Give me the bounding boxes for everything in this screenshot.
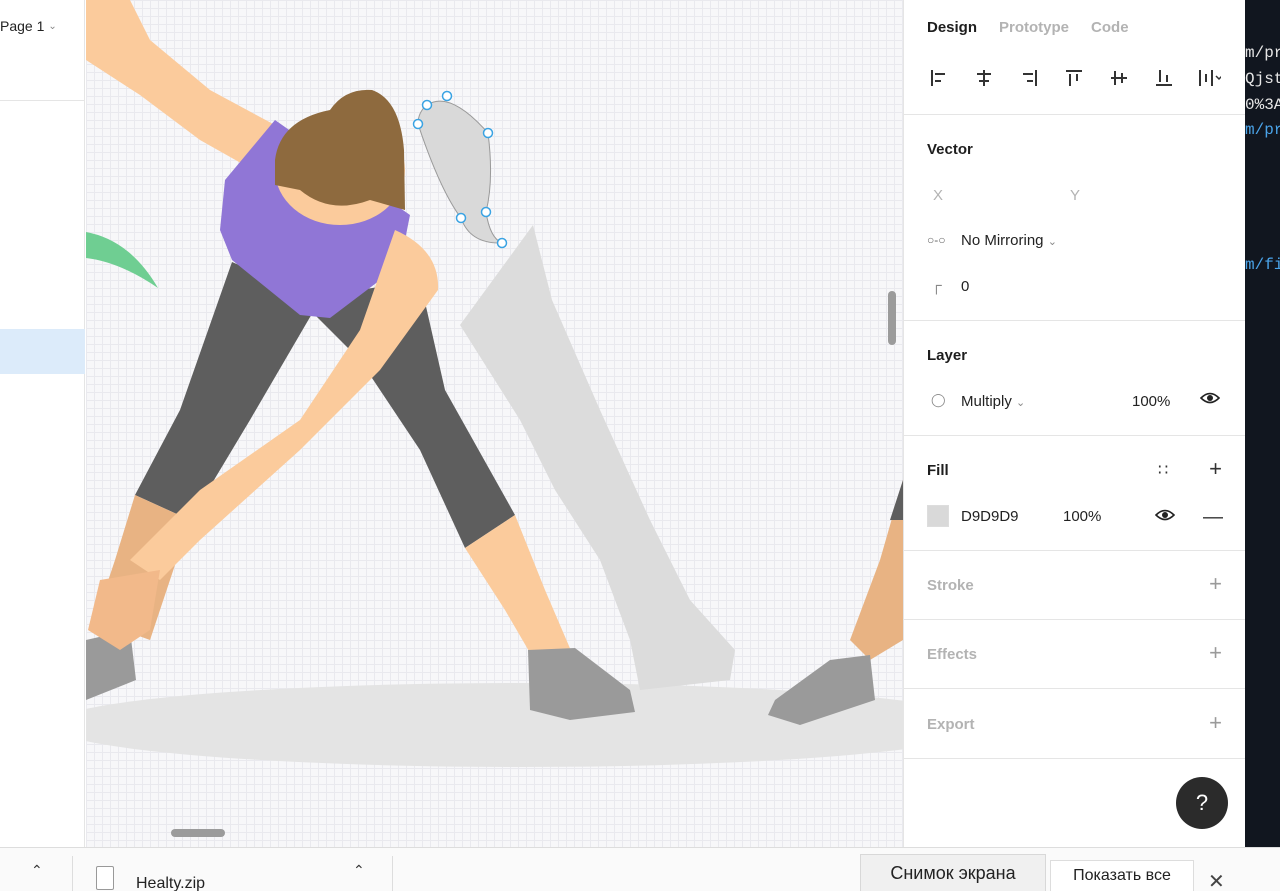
vector-handle — [421, 99, 433, 111]
chevron-down-icon: ⌄ — [1016, 397, 1026, 409]
design-canvas[interactable] — [86, 0, 903, 847]
remove-fill-icon[interactable]: — — [1203, 506, 1223, 529]
shoe-right — [528, 648, 635, 720]
zip-file-icon — [96, 866, 114, 890]
mirroring-icon: ○-○ — [927, 233, 946, 247]
eye-icon[interactable] — [1199, 391, 1221, 409]
align-top-icon[interactable] — [1062, 66, 1086, 90]
show-all-button[interactable]: Показать все — [1050, 860, 1194, 891]
effects-title: Effects — [927, 646, 978, 663]
divider — [904, 758, 1246, 759]
y-field[interactable]: Y — [1070, 187, 1080, 204]
add-fill-icon[interactable]: + — [1209, 458, 1222, 480]
code-line: 0%3A — [1245, 96, 1280, 114]
stroke-section: Stroke + — [904, 550, 1246, 619]
page-selector[interactable]: Page 1 ⌄ — [0, 18, 57, 34]
tab-code[interactable]: Code — [1091, 19, 1129, 36]
code-line: m/pr — [1245, 44, 1280, 62]
vector-handle — [482, 127, 494, 139]
align-horizontal-center-icon[interactable] — [972, 66, 996, 90]
panel-tabs: Design Prototype Code — [927, 19, 1129, 36]
align-right-icon[interactable] — [1017, 66, 1041, 90]
export-section: Export + — [904, 688, 1246, 758]
illustration — [86, 0, 903, 767]
corner-radius-icon: ┌ — [931, 277, 942, 294]
right-calf — [465, 515, 575, 670]
export-title: Export — [927, 716, 975, 733]
align-bottom-icon[interactable] — [1152, 66, 1176, 90]
vector-handle — [455, 212, 467, 224]
screenshot-button[interactable]: Снимок экрана — [860, 854, 1046, 891]
layer-title: Layer — [927, 347, 968, 364]
layer-opacity-input[interactable]: 100% — [1132, 393, 1170, 410]
divider — [72, 856, 73, 891]
ground-shadow — [86, 683, 903, 767]
blend-mode-value: Multiply — [961, 393, 1012, 410]
ghost-figure — [460, 225, 735, 690]
divider — [0, 100, 85, 101]
fill-hex-input[interactable]: D9D9D9 — [961, 508, 1019, 525]
show-all-label: Показать все — [1073, 867, 1171, 884]
tab-design[interactable]: Design — [927, 19, 977, 36]
layer-item-selected[interactable] — [0, 329, 85, 374]
effects-section: Effects + — [904, 619, 1246, 688]
alignment-toolbar — [927, 66, 1221, 90]
vector-handle — [480, 206, 492, 218]
align-vertical-center-icon[interactable] — [1107, 66, 1131, 90]
fill-title: Fill — [927, 462, 949, 479]
fill-section: Fill ∷ + D9D9D9 100% — — [904, 435, 1246, 550]
chevron-up-icon[interactable]: ⌃ — [31, 862, 43, 879]
align-left-icon[interactable] — [927, 66, 951, 90]
background-editor-window: m/pr Qjsty 0%3A m/pr m/fil — [1245, 0, 1280, 847]
add-stroke-icon[interactable]: + — [1209, 573, 1222, 595]
vector-title: Vector — [927, 141, 973, 158]
chevron-down-icon: ⌄ — [48, 20, 57, 32]
code-line: m/pr — [1245, 121, 1280, 139]
fill-color-swatch[interactable] — [927, 505, 949, 527]
vertical-scrollbar[interactable] — [888, 291, 896, 345]
add-effect-icon[interactable]: + — [1209, 642, 1222, 664]
chevron-down-icon: ⌄ — [1047, 236, 1057, 248]
corner-radius-input[interactable]: 0 — [961, 278, 969, 295]
layer-section: Layer ◯ Multiply ⌄ 100% — [904, 320, 1246, 435]
mirroring-dropdown[interactable]: No Mirroring ⌄ — [961, 232, 1057, 249]
layers-panel: Page 1 ⌄ — [0, 0, 85, 847]
style-grid-icon[interactable]: ∷ — [1158, 460, 1168, 480]
close-icon[interactable]: ✕ — [1208, 869, 1225, 891]
tab-prototype[interactable]: Prototype — [999, 19, 1069, 36]
download-file-name[interactable]: Healty.zip — [136, 875, 205, 891]
horizontal-scrollbar[interactable] — [171, 829, 225, 837]
mirroring-value: No Mirroring — [961, 232, 1044, 249]
fill-opacity-input[interactable]: 100% — [1063, 508, 1101, 525]
second-figure-pants — [890, 480, 903, 520]
vector-handle — [412, 118, 424, 130]
page-selector-label: Page 1 — [0, 18, 45, 34]
vector-section: Vector X Y ○-○ No Mirroring ⌄ ┌ 0 — [904, 114, 1246, 320]
properties-panel: Design Prototype Code Vector X Y ○-○ No … — [903, 0, 1246, 847]
chevron-up-icon[interactable]: ⌃ — [353, 862, 365, 879]
vector-handle — [496, 237, 508, 249]
blend-mode-icon: ◯ — [931, 392, 946, 407]
code-line: Qjsty — [1245, 70, 1280, 88]
screenshot-label: Снимок экрана — [890, 862, 1016, 883]
distribute-icon[interactable] — [1197, 66, 1221, 90]
divider — [392, 856, 393, 891]
green-leaf — [86, 232, 158, 288]
x-field[interactable]: X — [933, 187, 943, 204]
raised-arm — [86, 0, 275, 175]
stroke-title: Stroke — [927, 577, 974, 594]
code-line: m/fil — [1245, 256, 1280, 274]
add-export-icon[interactable]: + — [1209, 712, 1222, 734]
eye-icon[interactable] — [1154, 508, 1176, 526]
download-bar: ⌃ Healty.zip ⌃ Снимок экрана Показать вс… — [0, 847, 1280, 891]
help-button[interactable]: ? — [1176, 777, 1228, 829]
vector-handle — [441, 90, 453, 102]
blend-mode-dropdown[interactable]: Multiply ⌄ — [961, 393, 1025, 410]
help-label: ? — [1195, 790, 1209, 815]
